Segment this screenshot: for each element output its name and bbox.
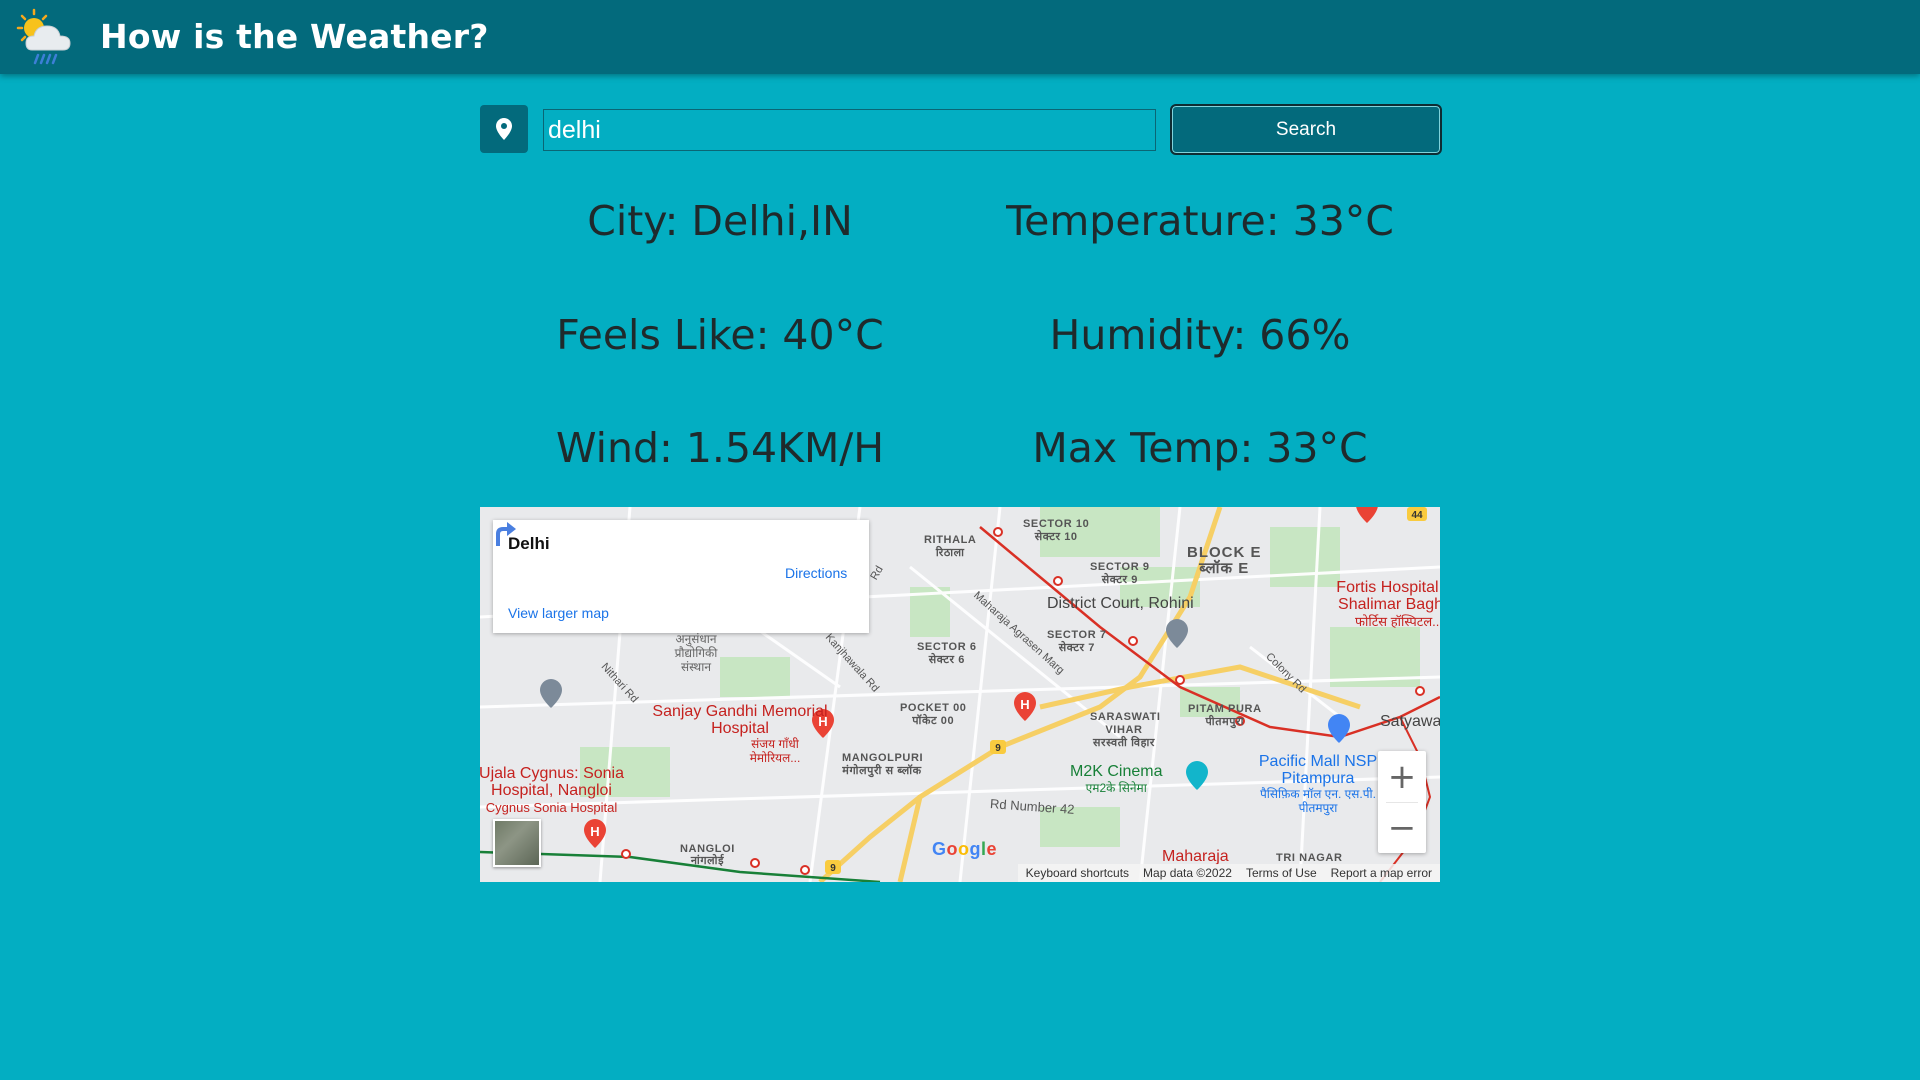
embedded-map[interactable]: H H H 9 9 44 RITHALA रिठाला SECTOR 10 से…: [480, 507, 1440, 882]
directions-link[interactable]: Directions: [785, 565, 847, 581]
humidity-text: Humidity: 66%: [1049, 311, 1351, 359]
map-label-rithala-hi: रिठाला: [935, 547, 965, 559]
app-title: How is the Weather?: [100, 17, 489, 56]
map-label-sector7: SECTOR 7: [1047, 629, 1107, 641]
wind-text: Wind: 1.54KM/H: [555, 424, 885, 472]
map-label-district-court: District Court, Rohini: [1047, 595, 1194, 612]
map-label-pacific-mall-hi: पैसिफ़िक मॉल एन. एस.पी. पीतमपुरा: [1259, 787, 1376, 815]
map-label-fortis-hi: फोर्टिस हॉस्पिटल...: [1355, 614, 1440, 629]
svg-text:9: 9: [995, 743, 1001, 754]
map-label-sector10: SECTOR 10: [1023, 518, 1090, 530]
satellite-toggle-thumbnail[interactable]: [493, 819, 541, 867]
svg-text:H: H: [1020, 697, 1029, 712]
map-label-rithala: RITHALA: [924, 534, 977, 546]
map-label-ujala-sub: Cygnus Sonia Hospital: [485, 800, 618, 815]
map-label-block-e: BLOCK E: [1187, 544, 1262, 561]
map-label-pitam-pura: PITAM PURA: [1188, 703, 1262, 715]
city-text: City: Delhi,IN: [587, 197, 853, 245]
map-label-pocket00-hi: पॉकेट 00: [912, 715, 955, 727]
location-button[interactable]: [480, 105, 528, 153]
map-label-sanjay-gandhi: Sanjay Gandhi Memorial Hospital: [652, 703, 828, 737]
map-label-satyawati: Satyawa: [1380, 713, 1440, 730]
map-label-mangolpuri-hi: मंगोलपुरी स ब्लॉक: [842, 765, 922, 777]
map-label-sector10-hi: सेक्टर 10: [1034, 531, 1078, 543]
zoom-in-button[interactable]: +: [1378, 751, 1426, 802]
keyboard-shortcuts-link[interactable]: Keyboard shortcuts: [1026, 866, 1129, 880]
map-label-m2k: M2K Cinema: [1070, 763, 1163, 780]
map-label-fortis: Fortis Hospital, Shalimar Bagh: [1336, 579, 1440, 613]
map-label-sector9-hi: सेक्टर 9: [1101, 574, 1138, 586]
weather-cloud-sun-rain-icon: [12, 6, 78, 68]
top-bar: How is the Weather?: [0, 0, 1920, 74]
map-label-sector6-hi: सेक्टर 6: [928, 654, 965, 666]
temperature-text: Temperature: 33°C: [1006, 197, 1394, 245]
report-map-error-link[interactable]: Report a map error: [1331, 866, 1432, 880]
map-data-text: Map data ©2022: [1143, 866, 1232, 880]
svg-text:44: 44: [1411, 510, 1423, 521]
map-label-tri-nagar: TRI NAGAR: [1276, 852, 1343, 864]
map-label-pacific-mall: Pacific Mall NSP Pitampura: [1258, 753, 1378, 787]
city-search-input[interactable]: [543, 109, 1156, 151]
map-label-mangolpuri: MANGOLPURI: [842, 752, 924, 764]
map-label-sanjay-gandhi-hi: संजय गाँधी मेमोरियल...: [749, 737, 801, 765]
map-label-ujala: Ujala Cygnus: Sonia Hospital, Nangloi: [480, 765, 624, 799]
feels-like-text: Feels Like: 40°C: [556, 311, 884, 359]
map-label-pitam-pura-hi: पीतमपुरा: [1205, 716, 1245, 728]
google-logo: Google: [932, 839, 998, 859]
map-info-card: Delhi Directions View larger map: [493, 520, 869, 633]
map-label-saraswati-vihar: SARASWATI VIHAR: [1090, 711, 1161, 736]
max-temp-text: Max Temp: 33°C: [1032, 424, 1368, 472]
zoom-out-button[interactable]: −: [1378, 802, 1426, 853]
svg-text:9: 9: [830, 863, 836, 874]
map-label-sector7-hi: सेक्टर 7: [1058, 642, 1095, 654]
map-label-sector9: SECTOR 9: [1090, 561, 1150, 573]
map-label-sector6: SECTOR 6: [917, 641, 977, 653]
map-zoom-control: + −: [1378, 751, 1426, 853]
map-label-institute: अनुसंधान प्रौद्योगिकी संस्थान: [674, 632, 718, 674]
map-label-block-e-hi: ब्लॉक E: [1199, 560, 1250, 577]
view-larger-map-link[interactable]: View larger map: [508, 605, 609, 621]
svg-text:H: H: [590, 824, 599, 839]
map-label-m2k-hi: एम2के सिनेमा: [1085, 781, 1147, 795]
map-label-nangloi-hi: नांगलोई: [690, 855, 725, 867]
map-label-pocket00: POCKET 00: [900, 702, 967, 714]
map-footer: Keyboard shortcuts Map data ©2022 Terms …: [1017, 864, 1440, 882]
terms-of-use-link[interactable]: Terms of Use: [1246, 866, 1317, 880]
search-button[interactable]: Search: [1170, 104, 1442, 155]
map-label-saraswati-vihar-hi: सरस्वती विहार: [1092, 737, 1156, 749]
map-label-nangloi: NANGLOI: [680, 843, 735, 855]
map-label-maharaja: Maharaja: [1162, 848, 1229, 865]
map-pin-icon: [496, 118, 512, 140]
directions-icon[interactable]: [493, 520, 519, 546]
